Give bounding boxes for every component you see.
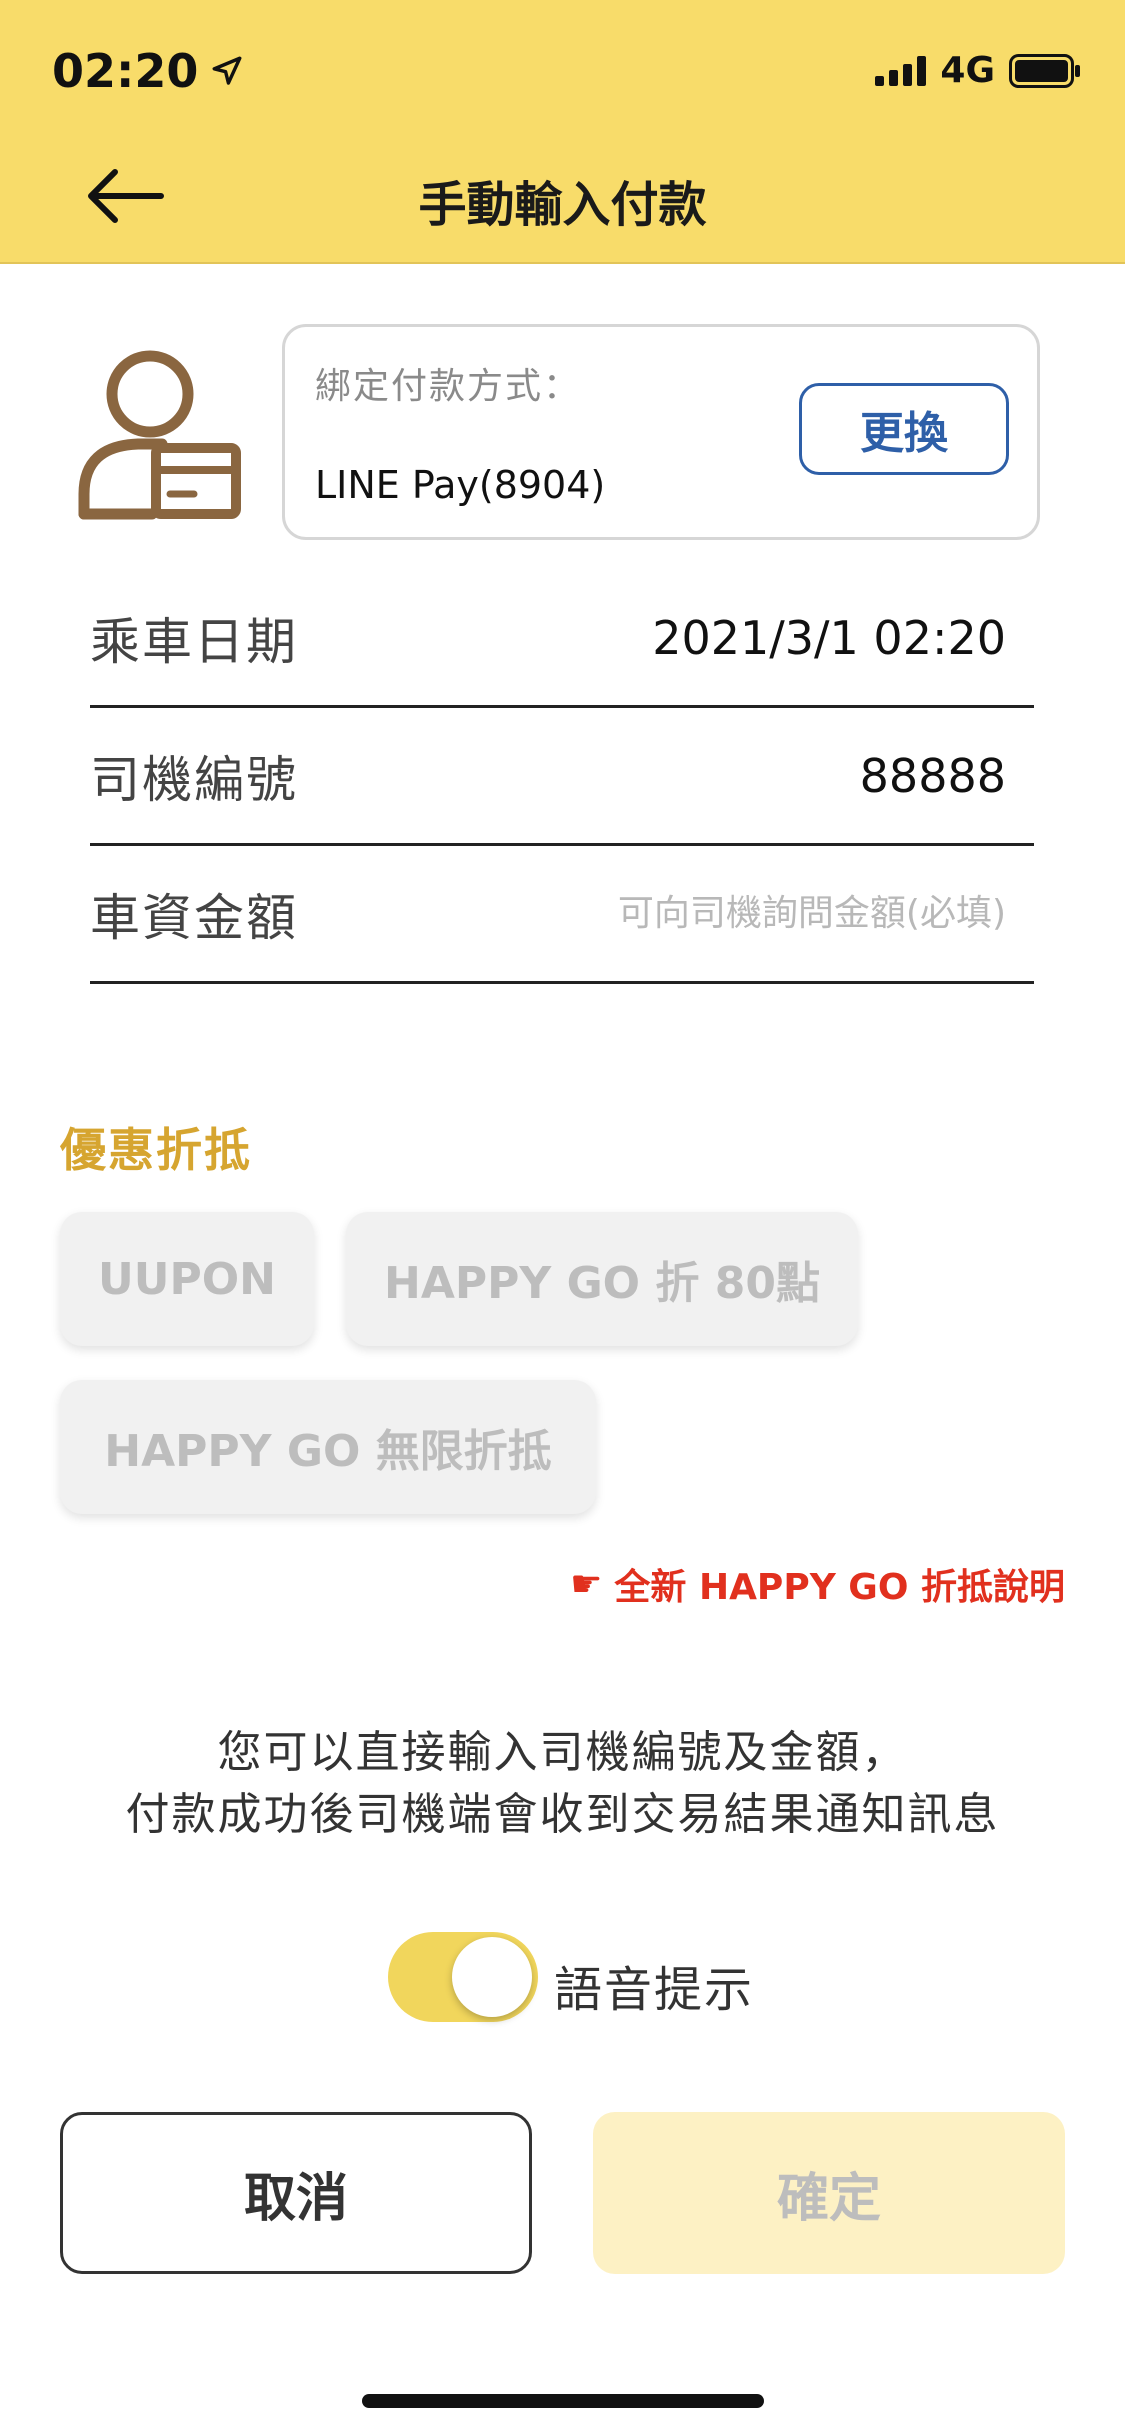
signal-icon (875, 55, 927, 86)
status-time: 02:20 (52, 44, 244, 98)
driver-id-row: 司機編號 88888 (90, 708, 1034, 846)
ride-date-row: 乘車日期 2021/3/1 02:20 (90, 570, 1034, 708)
user-card-icon (78, 350, 241, 520)
pointing-hand-icon: ☛ (570, 1563, 603, 1605)
status-indicators: 4G (875, 50, 1081, 91)
home-indicator (362, 2394, 764, 2408)
driver-id-label: 司機編號 (90, 750, 298, 809)
location-arrow-icon (212, 56, 242, 85)
app-screen: 02:20 4G 手動輸入付款 綁定付款方式： LINE Pay(8904) 更… (0, 0, 1125, 2436)
fare-label: 車資金額 (90, 888, 298, 947)
info-text-line2: 付款成功後司機端會收到交易結果通知訊息 (125, 1789, 1000, 1840)
status-time-text: 02:20 (52, 44, 199, 98)
fare-input[interactable] (514, 893, 1034, 934)
discount-section-title: 優惠折抵 (60, 1123, 252, 1177)
cancel-button[interactable]: 取消 (60, 2112, 532, 2274)
header-bar: 02:20 4G 手動輸入付款 (0, 0, 1125, 264)
ride-date-value: 2021/3/1 02:20 (652, 610, 1006, 665)
payment-method-card: 綁定付款方式： LINE Pay(8904) 更換 (282, 324, 1040, 540)
discount-uupon-button[interactable]: UUPON (60, 1212, 314, 1346)
page-title: 手動輸入付款 (418, 177, 707, 233)
change-payment-button[interactable]: 更換 (799, 383, 1009, 475)
confirm-button[interactable]: 確定 (593, 2112, 1065, 2274)
battery-icon (1009, 53, 1080, 88)
ride-date-label: 乘車日期 (90, 612, 298, 671)
info-text-line1: 您可以直接輸入司機編號及金額， (217, 1727, 908, 1778)
discount-happygo-80-button[interactable]: HAPPY GO 折 80點 (346, 1212, 858, 1346)
network-type: 4G (940, 50, 995, 91)
fare-row: 車資金額 (90, 846, 1034, 984)
payment-method-value: LINE Pay(8904) (315, 463, 606, 507)
happygo-info-link-label: 全新 HAPPY GO 折抵說明 (614, 1567, 1065, 1608)
toggle-knob (452, 1937, 532, 2017)
payment-method-label: 綁定付款方式： (315, 366, 582, 407)
discount-happygo-unlimited-button[interactable]: HAPPY GO 無限折抵 (60, 1380, 596, 1514)
happygo-info-link[interactable]: ☛ 全新 HAPPY GO 折抵說明 (570, 1558, 1065, 1610)
voice-prompt-label: 語音提示 (554, 1962, 755, 2018)
voice-prompt-toggle[interactable] (388, 1932, 538, 2022)
driver-id-value[interactable]: 88888 (860, 749, 1034, 803)
